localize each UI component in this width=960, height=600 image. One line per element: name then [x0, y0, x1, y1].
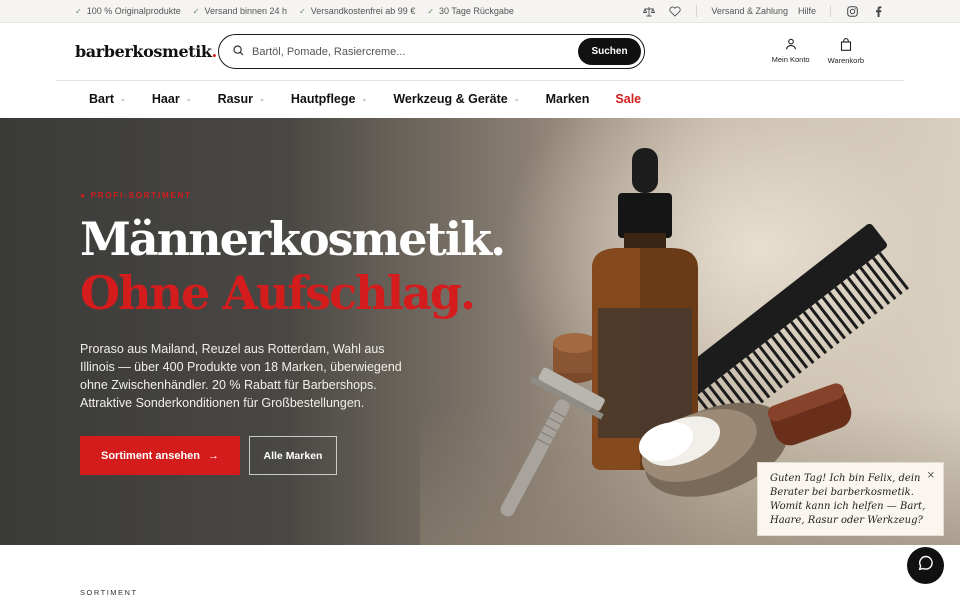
search-bar: Suchen: [218, 34, 645, 69]
usp-item: ✓ Versandkostenfrei ab 99 €: [299, 6, 416, 16]
chevron-down-icon: ⌄: [513, 96, 520, 103]
heart-icon[interactable]: [668, 4, 682, 18]
chat-button[interactable]: [907, 547, 944, 584]
all-brands-button[interactable]: Alle Marken: [249, 436, 337, 475]
check-icon: ✓: [427, 6, 435, 16]
site-header: barberkosmetik. Suchen Mein Konto Warenk…: [0, 23, 960, 80]
account-button[interactable]: Mein Konto: [772, 38, 810, 65]
usp-item: ✓ 100 % Originalprodukte: [75, 6, 181, 16]
topbar-actions: Versand & Zahlung Hilfe: [630, 4, 885, 18]
bag-icon: [840, 38, 852, 56]
chevron-down-icon: ⌄: [185, 96, 192, 103]
nav-item-werkzeug[interactable]: Werkzeug & Geräte ⌄: [393, 92, 519, 106]
scale-icon[interactable]: [642, 4, 656, 18]
chat-message: Guten Tag! Ich bin Felix, dein Berater b…: [770, 473, 926, 526]
hero-description: Proraso aus Mailand, Reuzel aus Rotterda…: [80, 342, 402, 410]
hero-eyebrow: ● PROFI-SORTIMENT: [80, 191, 192, 200]
nav-item-rasur[interactable]: Rasur ⌄: [218, 92, 265, 106]
hero-actions: Sortiment ansehen → Alle Marken: [80, 436, 504, 475]
search-icon: [233, 43, 244, 61]
usp-item: ✓ 30 Tage Rückgabe: [427, 6, 514, 16]
nav-item-haar[interactable]: Haar ⌄: [152, 92, 192, 106]
hero-title-accent: Ohne Aufschlag.: [80, 266, 476, 320]
search-input[interactable]: [252, 45, 562, 58]
check-icon: ✓: [299, 6, 306, 16]
check-icon: ✓: [192, 6, 200, 16]
divider: [696, 5, 698, 17]
chevron-down-icon: ⌄: [120, 96, 126, 103]
nav-item-marken[interactable]: Marken: [546, 92, 590, 106]
main-nav: Bart ⌄ Haar ⌄ Rasur ⌄ Hautpflege ⌄ Werkzeug …: [0, 81, 960, 117]
shipping-link[interactable]: Versand & Zahlung: [711, 6, 788, 16]
help-link[interactable]: Hilfe: [798, 6, 816, 16]
instagram-icon[interactable]: [845, 4, 859, 18]
header-actions: Mein Konto Warenkorb: [772, 38, 864, 65]
nav-item-hautpflege[interactable]: Hautpflege ⌄: [291, 92, 367, 106]
nav-item-sale[interactable]: Sale: [615, 92, 641, 106]
chevron-down-icon: ⌄: [361, 96, 368, 103]
section-label: SORTIMENT: [80, 588, 138, 597]
shop-assortment-button[interactable]: Sortiment ansehen →: [80, 436, 240, 475]
hero-content: ● PROFI-SORTIMENT Männerkosmetik. Ohne A…: [80, 191, 506, 475]
search-button[interactable]: Suchen: [578, 38, 641, 65]
close-icon[interactable]: ×: [927, 469, 935, 483]
check-icon: ✓: [75, 6, 82, 16]
top-bar: ✓ 100 % Originalprodukte ✓ Versand binnen …: [0, 0, 960, 23]
chevron-down-icon: ⌄: [259, 96, 265, 103]
hero-title: Männerkosmetik.: [80, 212, 506, 266]
cart-button[interactable]: Warenkorb: [828, 38, 864, 65]
chat-bubble-icon: [918, 555, 934, 576]
facebook-icon[interactable]: [871, 4, 885, 18]
divider: [830, 5, 831, 17]
arrow-right-icon: →: [208, 449, 220, 462]
user-icon: [785, 38, 797, 55]
usp-item: ✓ Versand binnen 24 h: [192, 6, 288, 16]
logo[interactable]: barberkosmetik.: [75, 42, 218, 61]
chat-greeting: × Guten Tag! Ich bin Felix, dein Berater…: [757, 462, 944, 536]
nav-item-bart[interactable]: Bart ⌄: [89, 92, 126, 106]
